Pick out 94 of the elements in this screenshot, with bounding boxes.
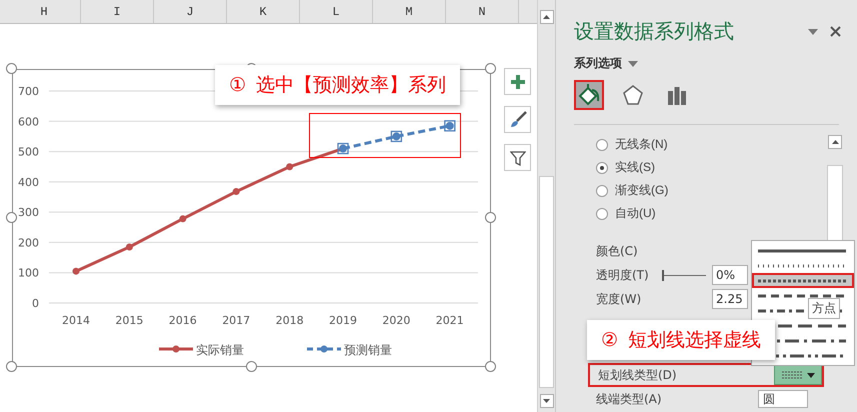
cap-type-label: 线端类型(A) xyxy=(596,390,663,408)
format-tab[interactable] xyxy=(574,80,604,110)
data-point[interactable] xyxy=(286,163,294,170)
axis-label: 2018 xyxy=(276,314,304,327)
resize-handle[interactable] xyxy=(485,63,496,74)
column-header[interactable]: H xyxy=(8,0,81,23)
scroll-up-button[interactable] xyxy=(540,10,554,24)
close-button[interactable] xyxy=(828,24,843,39)
column-header[interactable]: L xyxy=(300,0,373,23)
data-point[interactable] xyxy=(179,215,186,222)
resize-handle[interactable] xyxy=(6,212,17,223)
up-arrow-icon xyxy=(832,140,838,144)
radio-icon[interactable] xyxy=(596,162,608,174)
down-arrow-icon xyxy=(543,399,550,403)
step-number: ② xyxy=(601,329,618,351)
radio-icon[interactable] xyxy=(596,208,608,220)
data-point[interactable] xyxy=(390,130,402,142)
resize-handle[interactable] xyxy=(6,63,17,74)
axis-label: 300 xyxy=(18,206,39,220)
legend-label: 实际销量 xyxy=(196,343,244,357)
data-point[interactable] xyxy=(232,188,240,196)
column-header[interactable]: J xyxy=(154,0,227,23)
line-option[interactable]: 渐变线(G) xyxy=(596,179,827,202)
callout-text: 短划线选择虚线 xyxy=(628,328,762,353)
dash-option[interactable] xyxy=(752,273,854,288)
resize-handle[interactable] xyxy=(246,361,256,372)
filter-icon xyxy=(510,150,526,166)
axis-label: 700 xyxy=(18,85,39,98)
paint-bucket-icon xyxy=(577,83,601,107)
resize-handle[interactable] xyxy=(6,361,17,372)
pentagon-icon xyxy=(622,84,644,106)
axis-label: 2016 xyxy=(168,314,197,327)
column-header[interactable]: I xyxy=(81,0,154,23)
cap-type-dropdown[interactable]: 圆 xyxy=(758,390,808,408)
chart-style-button[interactable] xyxy=(504,106,531,133)
caret-icon xyxy=(806,372,814,378)
axis-label: 2021 xyxy=(436,314,464,327)
filter-button[interactable] xyxy=(504,144,531,171)
data-point[interactable] xyxy=(337,142,349,154)
dash-type-dropdown[interactable] xyxy=(774,365,822,385)
radio-icon[interactable] xyxy=(596,184,608,196)
callout-text: 选中【预测效率】系列 xyxy=(256,73,446,98)
data-point[interactable] xyxy=(72,268,80,275)
up-arrow-icon xyxy=(543,15,550,19)
dash-line-icon xyxy=(758,294,846,298)
section-dropdown[interactable]: 系列选项 xyxy=(574,55,638,72)
axis-label: 400 xyxy=(18,176,39,189)
dash-line-icon xyxy=(758,248,846,252)
axis-label: 200 xyxy=(18,236,39,250)
resize-handle[interactable] xyxy=(485,361,496,372)
legend-label: 预测销量 xyxy=(344,343,392,357)
panel-title: 设置数据系列格式 xyxy=(574,18,735,45)
transparency-field[interactable]: 0% xyxy=(712,265,748,285)
axis-label: 0 xyxy=(32,297,39,310)
column-header[interactable]: K xyxy=(227,0,300,23)
caret-icon xyxy=(628,60,638,66)
transparency-label: 透明度(T) xyxy=(596,266,650,284)
color-label: 颜色(C) xyxy=(596,242,639,260)
caret-icon xyxy=(808,28,818,34)
axis-label: 100 xyxy=(18,266,39,280)
axis-label: 500 xyxy=(18,146,39,159)
line-option[interactable]: 无线条(N) xyxy=(596,133,827,156)
dash-line-icon xyxy=(782,370,802,380)
data-point[interactable] xyxy=(126,243,133,250)
axis-label: 2015 xyxy=(115,314,144,327)
line-option[interactable]: 实线(S) xyxy=(596,156,827,179)
data-point[interactable] xyxy=(444,120,456,132)
radio-icon[interactable] xyxy=(596,138,608,150)
legend-line-icon xyxy=(159,346,193,352)
axis-label: 2020 xyxy=(382,314,410,327)
resize-handle[interactable] xyxy=(485,212,496,223)
plus-icon xyxy=(510,74,526,90)
axis-label: 2017 xyxy=(222,314,250,327)
brush-icon xyxy=(508,110,526,128)
dash-line-icon xyxy=(758,278,846,282)
column-header[interactable]: N xyxy=(446,0,519,23)
dash-type-label: 短划线类型(D) xyxy=(598,366,678,384)
add-element-button[interactable] xyxy=(504,68,531,95)
line-option[interactable]: 自动(U) xyxy=(596,202,827,225)
legend-line-icon xyxy=(307,346,341,352)
column-header[interactable]: M xyxy=(373,0,446,23)
axis-label: 600 xyxy=(18,115,39,128)
panel-menu-button[interactable] xyxy=(806,26,820,36)
axis-label: 2019 xyxy=(329,314,357,327)
bar-chart-icon xyxy=(666,84,688,106)
step-number: ① xyxy=(229,74,246,96)
close-icon xyxy=(830,26,841,37)
tooltip: 方点 xyxy=(808,298,840,319)
width-field[interactable]: 2.25 xyxy=(712,289,748,309)
axis-label: 2014 xyxy=(62,314,90,327)
scroll-up-button[interactable] xyxy=(828,135,842,149)
width-label: 宽度(W) xyxy=(596,290,642,308)
scroll-down-button[interactable] xyxy=(540,394,554,408)
scrollbar-thumb[interactable] xyxy=(539,176,554,388)
